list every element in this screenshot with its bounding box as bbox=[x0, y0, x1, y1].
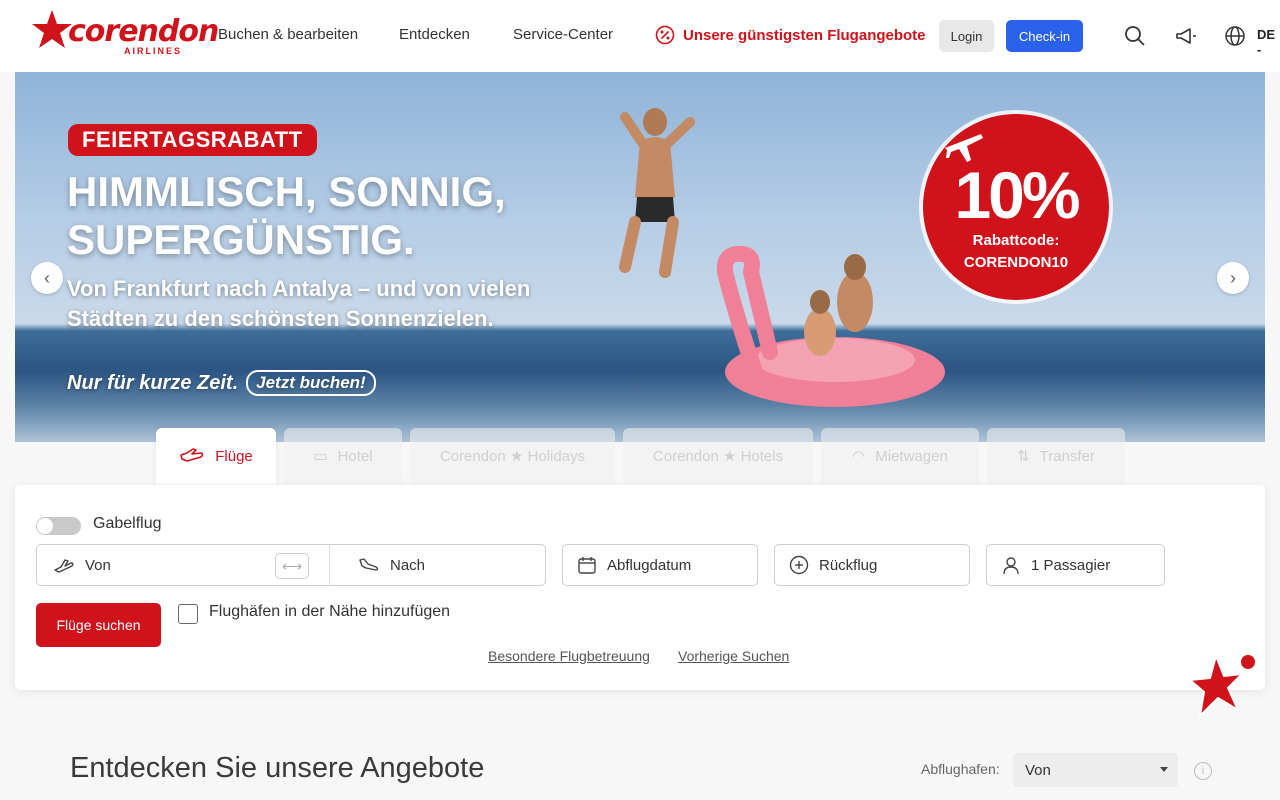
caret-down-icon bbox=[1160, 767, 1168, 772]
tab-label: Hotel bbox=[337, 447, 373, 465]
tab-car-rental[interactable]: ◠ Mietwagen bbox=[821, 428, 979, 484]
tab-transfer[interactable]: ⇅ Transfer bbox=[987, 428, 1125, 484]
tab-label: Corendon ★ Holidays bbox=[439, 448, 586, 465]
departure-airport-select[interactable]: Von bbox=[1013, 753, 1178, 787]
bed-icon: ▭ bbox=[313, 448, 328, 465]
openjaw-label: Gabelflug bbox=[93, 515, 162, 532]
passenger-count: 1 Passagier bbox=[1031, 556, 1111, 574]
top-navigation-bar: corendon AIRLINES Buchen & bearbeiten En… bbox=[0, 0, 1280, 72]
globe-icon[interactable] bbox=[1223, 24, 1247, 48]
offers-heading: Entdecken Sie unsere Angebote bbox=[70, 752, 485, 784]
discount-percent: 10% bbox=[954, 158, 1080, 232]
discount-code: CORENDON10 bbox=[963, 254, 1069, 271]
user-icon bbox=[1003, 557, 1019, 575]
checkin-button[interactable]: Check-in bbox=[1006, 20, 1083, 52]
hero-headline-line-1: HIMMLISCH, SONNIG, bbox=[67, 168, 506, 215]
swap-route-button[interactable]: ⟷ bbox=[275, 553, 309, 579]
car-icon: ◠ bbox=[852, 448, 866, 465]
megaphone-icon[interactable] bbox=[1174, 24, 1198, 48]
search-icon[interactable] bbox=[1123, 24, 1147, 48]
corendon-logo[interactable]: corendon AIRLINES bbox=[30, 8, 219, 58]
tab-label: Mietwagen bbox=[875, 447, 948, 465]
tab-hotel[interactable]: ▭ Hotel bbox=[284, 428, 402, 484]
airplane-icon bbox=[180, 448, 204, 462]
calendar-icon bbox=[578, 557, 596, 574]
flamingo-float-image bbox=[716, 245, 945, 407]
tab-label: Corendon ★ Hotels bbox=[652, 448, 784, 465]
tab-holidays[interactable]: Corendon ★ Holidays bbox=[410, 428, 615, 484]
hero-subline: Von Frankfurt nach Antalya – und von vie… bbox=[67, 274, 530, 334]
tab-flights[interactable]: Flüge bbox=[156, 428, 276, 484]
promo-label: Unsere günstigsten Flugangebote bbox=[683, 26, 926, 44]
search-flights-button[interactable]: Flüge suchen bbox=[36, 603, 161, 647]
toggle-knob bbox=[37, 518, 53, 534]
nav-cheapest-flights[interactable]: Unsere günstigsten Flugangebote bbox=[655, 24, 926, 46]
tab-label: Transfer bbox=[1039, 447, 1095, 465]
hero-cta-row: Nur für kurze Zeit. Jetzt buchen! bbox=[67, 370, 376, 396]
landing-icon bbox=[359, 558, 379, 571]
login-button[interactable]: Login bbox=[939, 20, 994, 52]
code-label: Rabattcode: bbox=[972, 232, 1060, 249]
book-now-button[interactable]: Jetzt buchen! bbox=[246, 370, 376, 396]
to-input[interactable]: Nach bbox=[390, 557, 425, 574]
flight-search-panel: Gabelflug Von Nach ⟷ Abflugdatum Rückflu… bbox=[15, 485, 1265, 690]
nearby-airports-label: Flughäfen in der Nähe hinzufügen bbox=[209, 603, 451, 620]
carousel-next-button[interactable]: › bbox=[1217, 262, 1249, 294]
tab-hotels-brand[interactable]: Corendon ★ Hotels bbox=[623, 428, 813, 484]
takeoff-icon bbox=[54, 559, 74, 573]
brand-name: corendon bbox=[68, 14, 219, 49]
tab-label: Flüge bbox=[215, 447, 253, 465]
special-assistance-link[interactable]: Besondere Flugbetreuung bbox=[488, 648, 650, 664]
limited-time-text: Nur für kurze Zeit. bbox=[67, 371, 239, 394]
departure-date-label: Abflugdatum bbox=[607, 556, 692, 574]
nav-discover[interactable]: Entdecken bbox=[399, 26, 470, 43]
from-input[interactable]: Von bbox=[85, 557, 305, 574]
transfer-icon: ⇅ bbox=[1017, 448, 1030, 465]
previous-searches-link[interactable]: Vorherige Suchen bbox=[678, 648, 789, 664]
chat-assistant-icon[interactable] bbox=[1186, 650, 1260, 724]
hero-headline-line-2: SUPERGÜNSTIG. bbox=[67, 216, 415, 263]
percent-badge-icon bbox=[655, 25, 675, 45]
chevron-left-icon: ‹ bbox=[44, 267, 50, 288]
jumping-man-image bbox=[619, 108, 695, 278]
nearby-airports-checkbox[interactable] bbox=[178, 604, 198, 624]
nav-book-manage[interactable]: Buchen & bearbeiten bbox=[218, 26, 358, 43]
nav-service-center[interactable]: Service-Center bbox=[513, 26, 613, 43]
plus-circle-icon bbox=[789, 555, 809, 575]
chevron-right-icon: › bbox=[1230, 267, 1236, 288]
hero-headline: HIMMLISCH, SONNIG, SUPERGÜNSTIG. bbox=[67, 168, 506, 264]
hero-subline-line-2: Städten zu den schönsten Sonnenzielen. bbox=[67, 306, 494, 331]
departure-date-field[interactable]: Abflugdatum bbox=[562, 544, 758, 586]
passenger-field[interactable]: 1 Passagier bbox=[986, 544, 1165, 586]
swap-icon: ⟷ bbox=[281, 557, 303, 574]
openjaw-toggle[interactable] bbox=[36, 517, 81, 535]
route-divider bbox=[329, 544, 330, 586]
language-selector[interactable]: DE - bbox=[1257, 27, 1280, 57]
discount-circle: 10% Rabattcode: CORENDON10 bbox=[923, 114, 1109, 300]
departure-airport-label: Abflughafen: bbox=[921, 761, 1000, 777]
hero-badge: FEIERTAGSRABATT bbox=[68, 124, 317, 156]
carousel-prev-button[interactable]: ‹ bbox=[31, 262, 63, 294]
return-date-field[interactable]: Rückflug bbox=[774, 544, 970, 586]
brand-sub: AIRLINES bbox=[124, 46, 183, 56]
hero-subline-line-1: Von Frankfurt nach Antalya – und von vie… bbox=[67, 276, 531, 301]
hero-banner[interactable]: FEIERTAGSRABATT HIMMLISCH, SONNIG, SUPER… bbox=[15, 72, 1265, 442]
info-icon[interactable]: i bbox=[1194, 762, 1212, 780]
departure-airport-value: Von bbox=[1025, 761, 1051, 779]
return-date-label: Rückflug bbox=[819, 556, 878, 574]
